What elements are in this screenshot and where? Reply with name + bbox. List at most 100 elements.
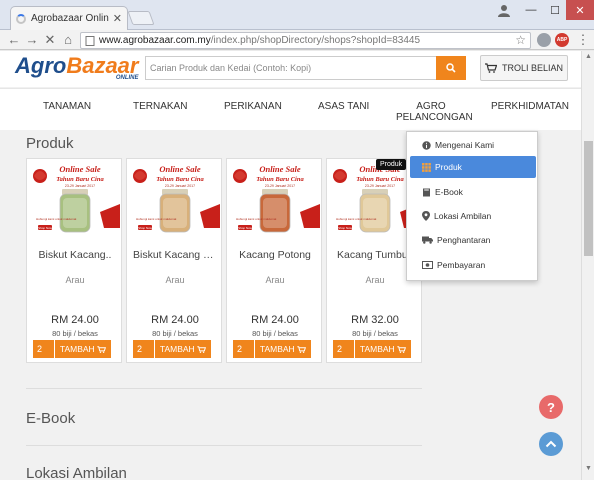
add-to-cart-button[interactable]: TAMBAH bbox=[55, 340, 111, 358]
banner-line2: Tahun Baru Cina bbox=[156, 176, 204, 183]
banner-fine-print: Hubungi kami untuk maklumat bbox=[336, 217, 377, 221]
window-close-icon[interactable]: ✕ bbox=[566, 0, 594, 20]
menu-item-perikanan[interactable]: PERIKANAN bbox=[224, 101, 282, 112]
dropdown-item-penghantaran[interactable]: Penghantaran bbox=[410, 229, 536, 251]
dropdown-item-label: Pembayaran bbox=[437, 260, 486, 270]
browser-tab[interactable]: Agrobazaar Online: g sh ✕ bbox=[10, 6, 128, 30]
scrollbar-thumb[interactable] bbox=[584, 141, 593, 256]
quantity-input[interactable]: 2 bbox=[133, 340, 155, 358]
page-info-icon[interactable] bbox=[85, 35, 95, 46]
dropdown-item-produk[interactable]: Produk bbox=[410, 156, 536, 178]
cart-button[interactable]: TROLI BELIAN bbox=[480, 55, 568, 81]
agrobazaar-logo[interactable]: AgroBazaar ONLINE bbox=[15, 53, 138, 85]
dropdown-item-label: Lokasi Ambilan bbox=[434, 211, 492, 221]
cart-icon bbox=[397, 346, 407, 354]
dropdown-item-label: Mengenai Kami bbox=[435, 140, 495, 150]
page-scrollbar[interactable]: ▲ ▼ bbox=[581, 51, 594, 480]
search-input[interactable]: Carian Produk dan Kedai (Contoh: Kopi) bbox=[145, 56, 437, 80]
scroll-to-top-button[interactable] bbox=[539, 432, 563, 456]
quantity-input[interactable]: 2 bbox=[233, 340, 255, 358]
product-image[interactable]: Online Sale Tahun Baru Cina23-29 Januari … bbox=[30, 162, 120, 239]
map-marker-icon bbox=[422, 211, 430, 221]
product-location: Arau bbox=[265, 275, 285, 285]
tab-title: Agrobazaar Online: g sh bbox=[31, 13, 109, 24]
banner-line2: Tahun Baru Cina bbox=[256, 176, 304, 183]
menu-item-perkhidmatan[interactable]: PERKHIDMATAN bbox=[491, 101, 569, 112]
tab-close-icon[interactable]: ✕ bbox=[113, 12, 122, 25]
product-location: Arau bbox=[65, 275, 85, 285]
banner-line2: Tahun Baru Cina bbox=[56, 176, 104, 183]
product-card[interactable]: Online Sale Tahun Baru Cina23-29 Januari … bbox=[226, 158, 322, 363]
category-menu: TANAMAN TERNAKAN PERIKANAN ASAS TANI AGR… bbox=[0, 88, 581, 130]
chrome-menu-icon[interactable]: ⋮ bbox=[575, 32, 591, 48]
banner-shop-now: Shop Now bbox=[38, 226, 53, 230]
banner-line3: 23-29 Januari 2017 bbox=[265, 184, 295, 188]
product-price: RM 32.00 bbox=[351, 314, 399, 326]
banner-line3: 23-29 Januari 2017 bbox=[365, 184, 395, 188]
banner-fine-print: Hubungi kami untuk maklumat bbox=[236, 217, 277, 221]
quantity-input[interactable]: 2 bbox=[33, 340, 55, 358]
help-button[interactable]: ? bbox=[539, 395, 563, 419]
adblock-extension-icon[interactable]: ABP bbox=[555, 33, 569, 47]
shop-nav-dropdown: Mengenai Kami Produk E-Book Lokasi Ambil… bbox=[406, 131, 538, 281]
add-to-cart-button[interactable]: TAMBAH bbox=[355, 340, 411, 358]
minimize-icon[interactable]: — bbox=[520, 0, 542, 20]
section-title-produk: Produk bbox=[26, 135, 74, 152]
product-name[interactable]: Biskut Kacang.. bbox=[27, 249, 123, 261]
add-to-cart-button[interactable]: TAMBAH bbox=[255, 340, 311, 358]
extension-icon[interactable] bbox=[537, 33, 551, 47]
product-name[interactable]: Kacang Potong bbox=[227, 249, 323, 261]
maximize-icon[interactable]: ☐ bbox=[544, 0, 566, 20]
address-bar[interactable]: www.agrobazaar.com.my/index.php/shopDire… bbox=[80, 32, 531, 49]
add-to-cart-label: TAMBAH bbox=[159, 344, 195, 354]
product-price: RM 24.00 bbox=[151, 314, 199, 326]
scroll-down-arrow-icon[interactable]: ▼ bbox=[585, 465, 592, 472]
stop-loading-icon[interactable]: ✕ bbox=[42, 32, 58, 48]
search-icon bbox=[446, 63, 456, 73]
banner-shop-now: Shop Now bbox=[238, 226, 253, 230]
menu-item-agro-pelancongan[interactable]: AGRO PELANCONGAN bbox=[396, 101, 473, 123]
product-image[interactable]: Online Sale Tahun Baru Cina23-29 Januari … bbox=[130, 162, 220, 239]
dropdown-item-mengenai-kami[interactable]: Mengenai Kami bbox=[410, 134, 536, 156]
site-header: AgroBazaar ONLINE Carian Produk dan Keda… bbox=[0, 51, 581, 87]
banner-line1: Online Sale bbox=[159, 164, 201, 174]
product-name[interactable]: Biskut Kacang @.. bbox=[127, 249, 223, 261]
add-to-cart-button[interactable]: TAMBAH bbox=[155, 340, 211, 358]
forward-arrow-icon[interactable]: → bbox=[24, 32, 40, 48]
dropdown-item-ebook[interactable]: E-Book bbox=[410, 181, 536, 203]
dropdown-item-lokasi-ambilan[interactable]: Lokasi Ambilan bbox=[410, 205, 536, 227]
dropdown-item-pembayaran[interactable]: Pembayaran bbox=[410, 254, 536, 276]
product-image[interactable]: Online Sale Tahun Baru Cina23-29 Januari … bbox=[230, 162, 320, 239]
bookmark-star-icon[interactable]: ☆ bbox=[515, 33, 526, 48]
quantity-input[interactable]: 2 bbox=[333, 340, 355, 358]
info-icon bbox=[422, 140, 431, 150]
menu-item-asas-tani[interactable]: ASAS TANI bbox=[318, 101, 369, 112]
user-profile-icon[interactable] bbox=[497, 3, 511, 17]
new-tab-button[interactable] bbox=[127, 11, 155, 25]
page-viewport: AgroBazaar ONLINE Carian Produk dan Keda… bbox=[0, 51, 594, 480]
scroll-up-arrow-icon[interactable]: ▲ bbox=[585, 53, 592, 60]
grid-icon bbox=[422, 162, 431, 172]
section-title-ebook: E-Book bbox=[26, 410, 76, 427]
banner-line3: 23-29 Januari 2017 bbox=[165, 184, 195, 188]
product-card[interactable]: Online Sale Tahun Baru Cina23-29 Januari … bbox=[126, 158, 222, 363]
add-to-cart-label: TAMBAH bbox=[259, 344, 295, 354]
truck-icon bbox=[422, 236, 433, 244]
menu-item-ternakan[interactable]: TERNAKAN bbox=[133, 101, 187, 112]
loading-spinner-icon bbox=[16, 13, 26, 24]
back-arrow-icon[interactable]: ← bbox=[6, 32, 22, 48]
home-icon[interactable]: ⌂ bbox=[60, 32, 76, 48]
product-unit: 80 biji / bekas bbox=[352, 329, 398, 338]
product-price: RM 24.00 bbox=[251, 314, 299, 326]
cart-icon bbox=[197, 346, 207, 354]
product-card[interactable]: Online Sale Tahun Baru Cina23-29 Januari … bbox=[26, 158, 122, 363]
banner-line1: Online Sale bbox=[59, 164, 101, 174]
banner-line1: Online Sale bbox=[259, 164, 301, 174]
search-button[interactable] bbox=[436, 56, 466, 80]
section-divider bbox=[26, 445, 422, 446]
menu-item-tanaman[interactable]: TANAMAN bbox=[43, 101, 91, 112]
shop-content: Produk Online Sale Tahun Baru Cina 23-29 J… bbox=[18, 131, 430, 480]
banner-shop-now: Shop Now bbox=[138, 226, 153, 230]
url-host: www.agrobazaar.com.my bbox=[99, 35, 211, 46]
banner-line2: Tahun Baru Cina bbox=[356, 176, 404, 183]
